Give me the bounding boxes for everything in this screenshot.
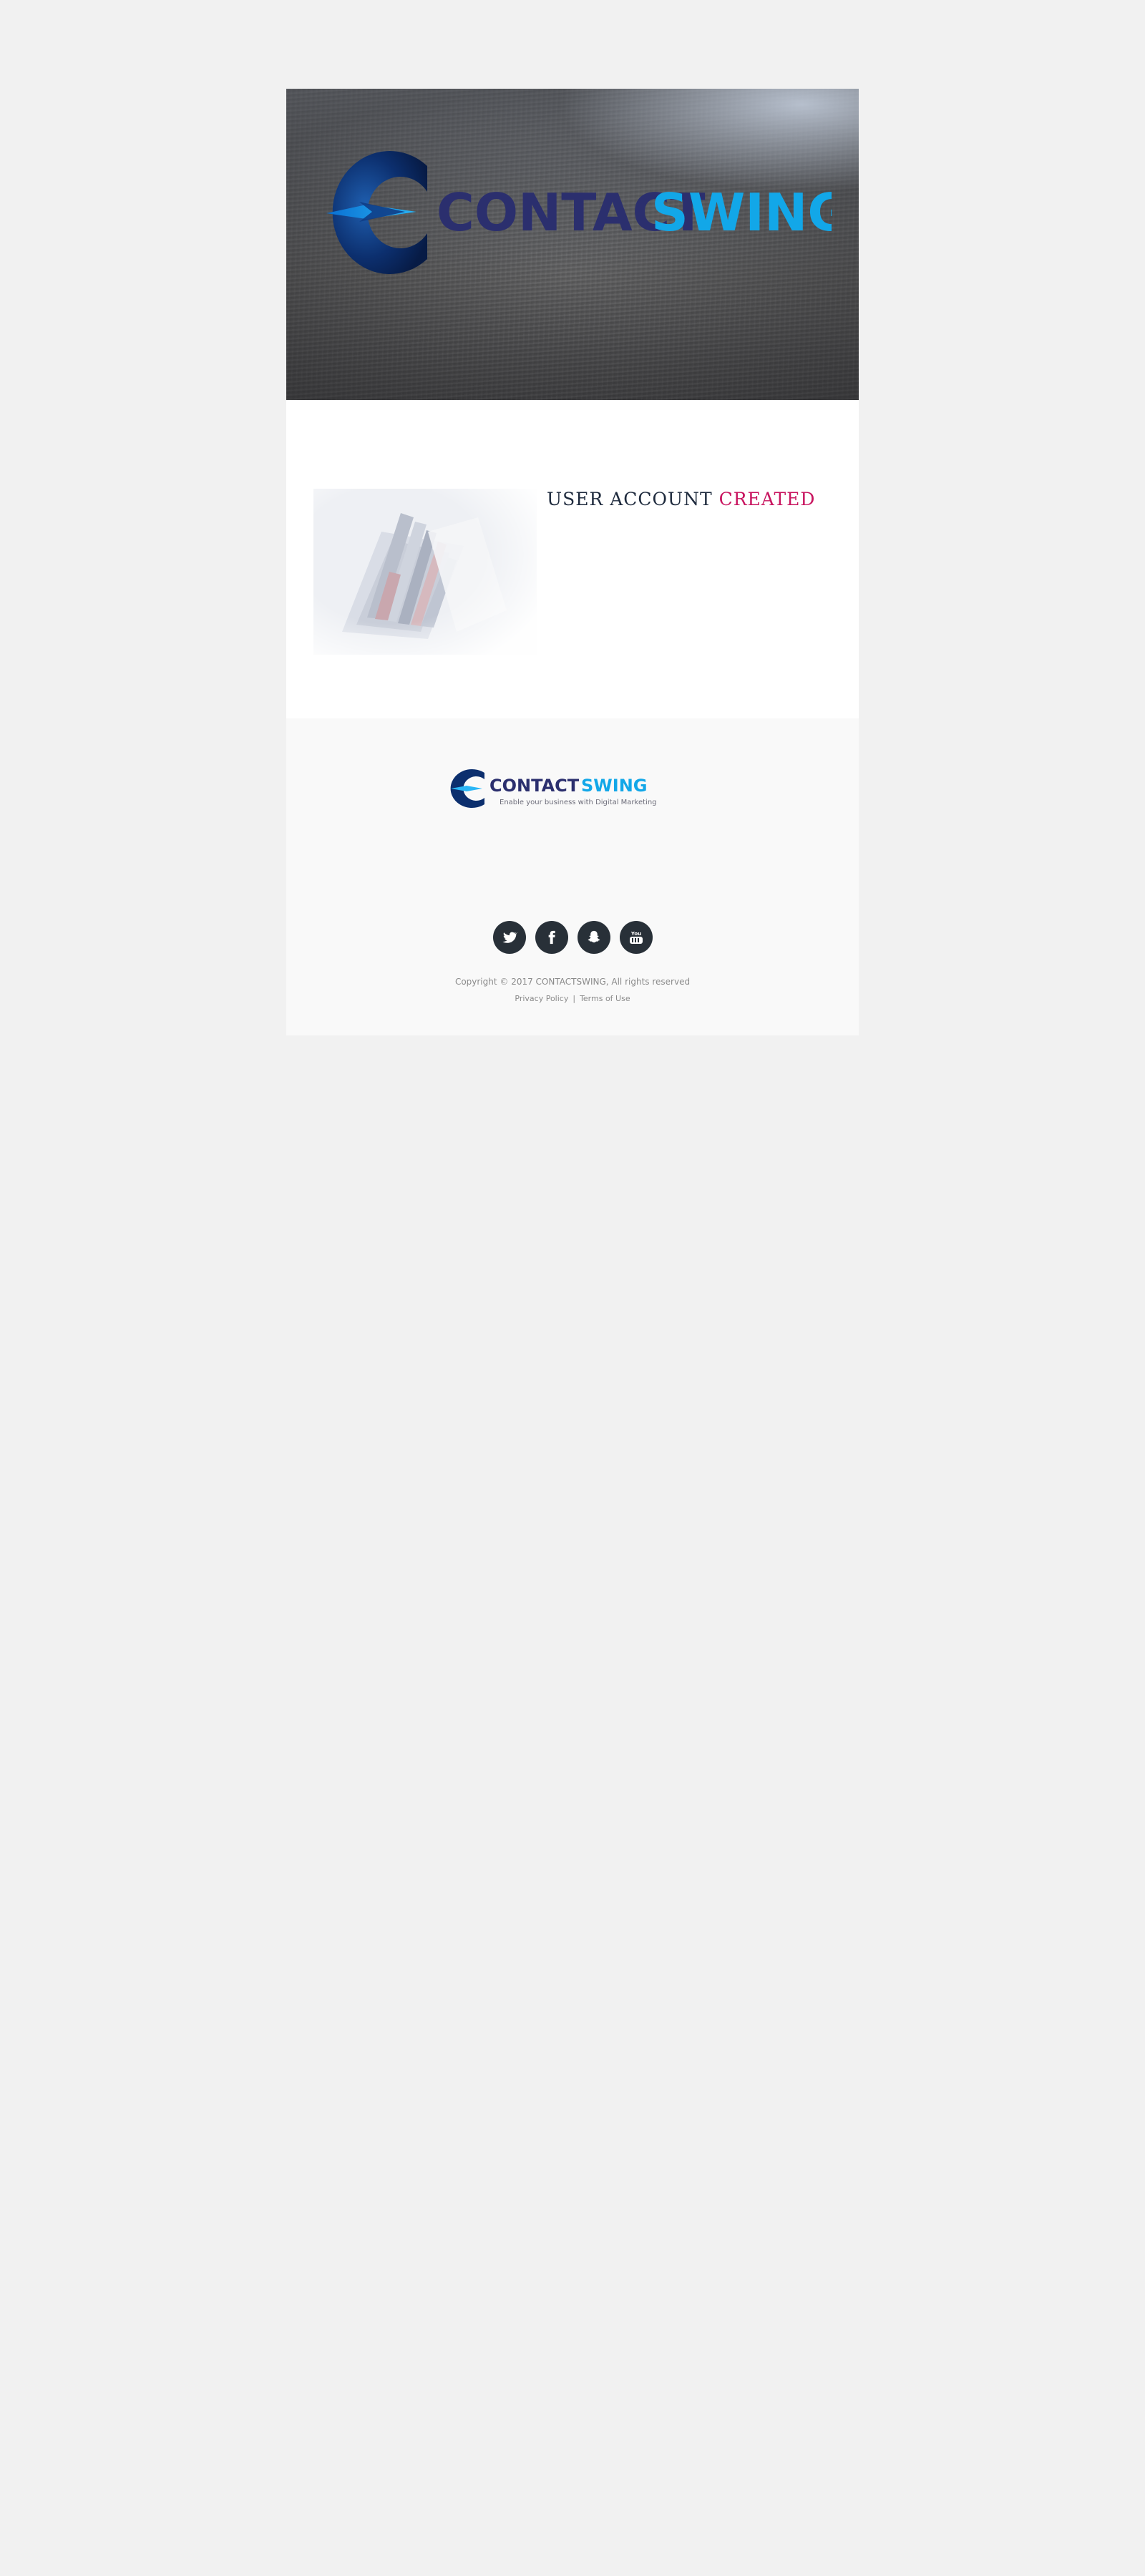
youtube-button[interactable]: You [619,921,653,954]
footer-links: Privacy Policy | Terms of Use [286,994,859,1003]
terms-of-use-link[interactable]: Terms of Use [580,994,630,1003]
folders-image [313,489,537,655]
facebook-button[interactable] [535,921,568,954]
facebook-icon [548,930,555,945]
headline-accent: CREATED [718,489,816,509]
twitter-icon [502,932,517,943]
youtube-icon: You [629,931,643,944]
svg-text:CONTACT: CONTACT [489,776,580,796]
hero-banner: CONTACT SWING [286,89,859,400]
social-links: You [286,921,859,955]
svg-text:You: You [630,931,640,937]
privacy-policy-link[interactable]: Privacy Policy [515,994,568,1003]
headline: USER ACCOUNT CREATED [547,489,815,509]
svg-text:SWING: SWING [651,182,832,243]
contactswing-logo: CONTACT SWING [326,151,832,274]
footer: CONTACT SWING Enable your business with … [286,718,859,1035]
snapchat-icon [588,930,600,943]
headline-text: USER ACCOUNT [547,489,719,509]
footer-logo: CONTACT SWING Enable your business with … [450,769,657,808]
link-separator: | [572,994,576,1003]
snapchat-button[interactable] [577,921,610,954]
email-container: CONTACT SWING USER ACCOUNT CREATED CONTA… [286,89,859,1035]
svg-text:SWING: SWING [581,776,647,796]
svg-text:Enable your business with Digi: Enable your business with Digital Market… [500,799,657,806]
content-section: USER ACCOUNT CREATED [286,400,859,718]
twitter-button[interactable] [492,921,526,954]
copyright-text: Copyright © 2017 CONTACTSWING, All right… [454,977,691,987]
